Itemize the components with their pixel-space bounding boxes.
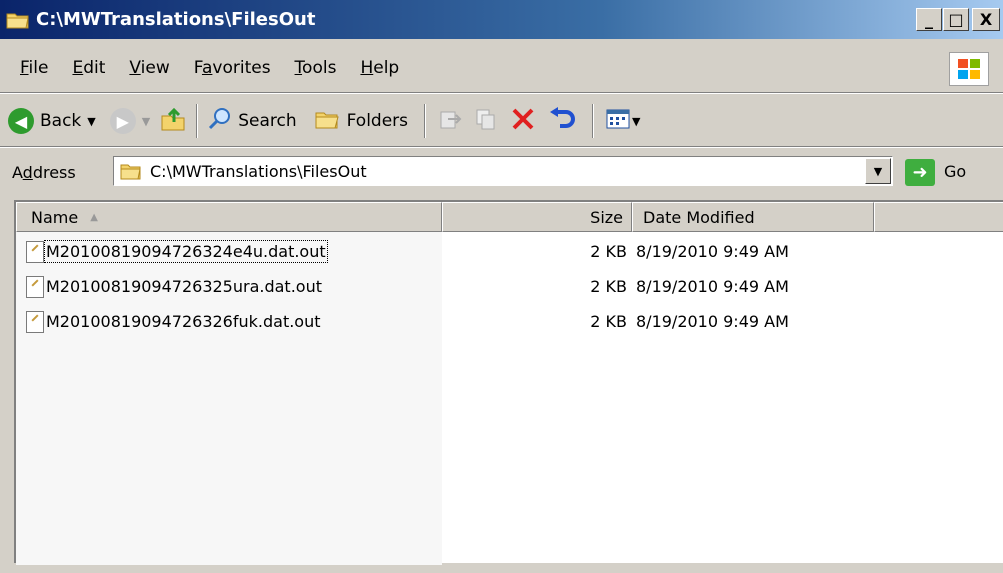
menu-tools[interactable]: Tools: [295, 58, 337, 78]
undo-button[interactable]: [548, 106, 576, 137]
file-date: 8/19/2010 9:49 AM: [636, 277, 789, 296]
file-size: 2 KB: [590, 242, 627, 261]
close-button[interactable]: X: [972, 8, 1000, 31]
folders-button[interactable]: Folders: [315, 108, 408, 135]
search-button[interactable]: Search: [208, 107, 297, 136]
file-row[interactable]: M20100819094726324e4u.dat.out 2 KB 8/19/…: [16, 236, 1003, 269]
column-empty-header: [874, 202, 1003, 232]
menu-file[interactable]: File: [20, 58, 48, 78]
file-row[interactable]: M20100819094726326fuk.dat.out 2 KB 8/19/…: [16, 306, 1003, 339]
toolbar-separator: [424, 104, 427, 138]
file-name: M20100819094726324e4u.dat.out: [44, 240, 328, 263]
window-title: C:\MWTranslations\FilesOut: [36, 9, 316, 30]
toolbar: ◀ Back ▼ ▶ ▼ Search Folders ▼: [0, 96, 1003, 146]
maximize-button[interactable]: □: [943, 8, 969, 31]
back-button[interactable]: ◀ Back ▼: [8, 108, 96, 134]
menu-help[interactable]: Help: [360, 58, 399, 78]
move-to-icon: [438, 107, 462, 136]
up-folder-icon: [160, 106, 186, 137]
address-dropdown-button[interactable]: ▼: [865, 158, 891, 184]
menu-view[interactable]: View: [129, 58, 169, 78]
delete-button[interactable]: [510, 106, 536, 137]
copy-to-button[interactable]: [474, 107, 498, 136]
forward-dropdown-icon[interactable]: ▼: [142, 115, 150, 128]
views-button[interactable]: ▼: [606, 108, 641, 135]
move-to-button[interactable]: [438, 107, 462, 136]
undo-icon: [548, 106, 576, 137]
forward-arrow-icon: ▶: [109, 108, 136, 134]
column-size-header[interactable]: Size: [442, 202, 632, 232]
file-icon: [26, 311, 44, 333]
address-label: Address: [12, 162, 76, 182]
menu-bar: File Edit View Favorites Tools Help: [0, 48, 1003, 88]
title-bar[interactable]: C:\MWTranslations\FilesOut: [0, 0, 1003, 39]
windows-logo-icon: [949, 52, 989, 86]
file-date: 8/19/2010 9:49 AM: [636, 242, 789, 261]
file-size: 2 KB: [590, 277, 627, 296]
file-name: M20100819094726325ura.dat.out: [46, 277, 322, 296]
back-dropdown-icon[interactable]: ▼: [87, 115, 95, 128]
toolbar-separator: [196, 104, 199, 138]
toolbar-bottom-separator: [0, 146, 1003, 148]
folder-icon: [120, 162, 142, 180]
back-arrow-icon: ◀: [8, 108, 34, 134]
file-icon: [26, 241, 44, 263]
window-left-edge: [0, 200, 14, 573]
menu-separator: [0, 92, 1003, 94]
folders-icon: [315, 108, 341, 135]
file-row[interactable]: M20100819094726325ura.dat.out 2 KB 8/19/…: [16, 271, 1003, 304]
go-arrow-icon[interactable]: ➜: [905, 159, 935, 186]
views-icon: [606, 108, 630, 135]
menu-favorites[interactable]: Favorites: [194, 58, 271, 78]
folder-icon: [6, 10, 30, 30]
delete-icon: [510, 106, 536, 137]
copy-to-icon: [474, 107, 498, 136]
file-size: 2 KB: [590, 312, 627, 331]
column-name-header[interactable]: Name ▲: [16, 202, 442, 232]
file-date: 8/19/2010 9:49 AM: [636, 312, 789, 331]
forward-button[interactable]: ▶ ▼: [109, 108, 150, 134]
address-bar: Address C:\MWTranslations\FilesOut ▼ ➜ G…: [0, 150, 1003, 194]
column-header: Name ▲ Size Date Modified: [16, 202, 1003, 232]
column-date-header[interactable]: Date Modified: [632, 202, 874, 232]
toolbar-separator: [592, 104, 595, 138]
go-button[interactable]: Go: [944, 162, 966, 181]
address-input[interactable]: C:\MWTranslations\FilesOut ▼: [113, 156, 893, 186]
file-list[interactable]: Name ▲ Size Date Modified M2010081909472…: [14, 200, 1003, 565]
minimize-button[interactable]: _: [916, 8, 942, 31]
address-value: C:\MWTranslations\FilesOut: [150, 161, 367, 181]
file-icon: [26, 276, 44, 298]
search-icon: [208, 107, 232, 136]
up-folder-button[interactable]: [160, 106, 186, 137]
file-name: M20100819094726326fuk.dat.out: [46, 312, 321, 331]
views-dropdown-icon[interactable]: ▼: [632, 115, 640, 128]
sort-ascending-icon: ▲: [90, 211, 98, 223]
menu-edit[interactable]: Edit: [72, 58, 105, 78]
